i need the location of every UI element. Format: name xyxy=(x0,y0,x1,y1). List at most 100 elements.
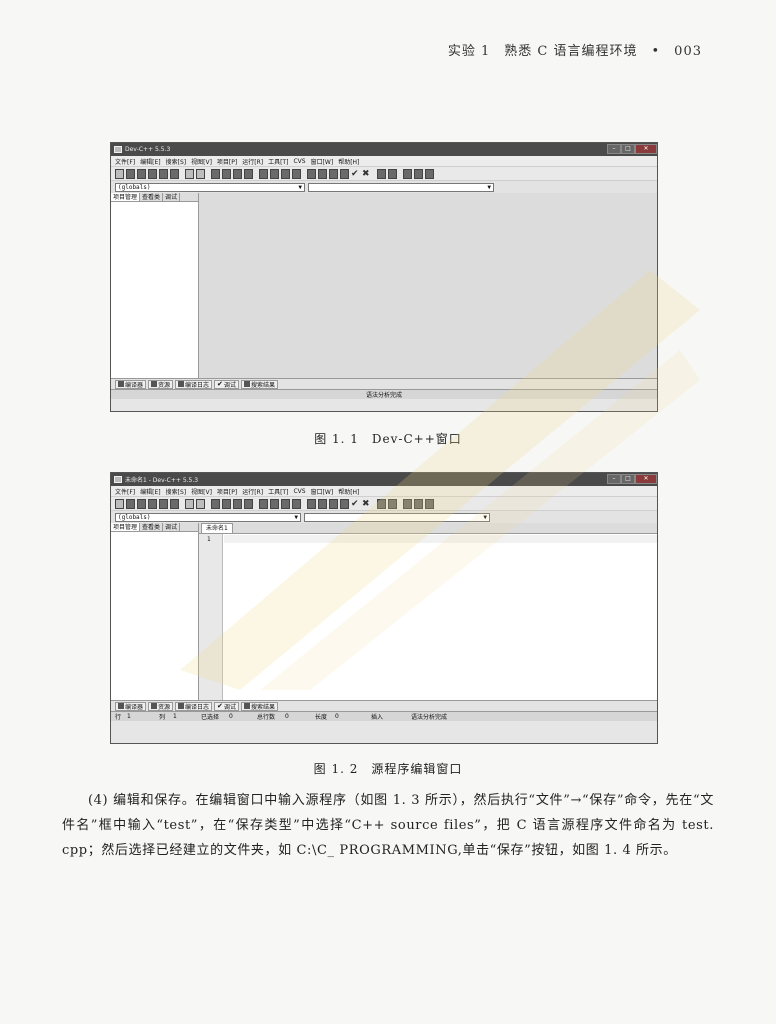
tab-compiler[interactable]: 编译器 xyxy=(115,701,147,711)
menu-view[interactable]: 视图[V] xyxy=(191,487,212,496)
save-icon[interactable] xyxy=(137,168,146,179)
menu-file[interactable]: 文件[F] xyxy=(115,487,135,496)
tab-project-manager[interactable]: 项目管理 xyxy=(111,193,141,201)
menu-cvs[interactable]: CVS xyxy=(293,158,305,165)
add-to-project-icon[interactable] xyxy=(414,168,423,179)
function-select[interactable]: ▼ xyxy=(308,182,494,192)
tab-untitled1[interactable]: 未命名1 xyxy=(201,523,233,533)
menu-view[interactable]: 视图[V] xyxy=(191,157,212,166)
close-button[interactable]: ✕ xyxy=(635,144,657,154)
menu-tools[interactable]: 工具[T] xyxy=(268,487,288,496)
bookmark-next-icon[interactable] xyxy=(270,498,279,509)
menu-window[interactable]: 窗口[W] xyxy=(311,157,334,166)
print-icon[interactable] xyxy=(170,168,179,179)
menu-tools[interactable]: 工具[T] xyxy=(268,157,288,166)
redo-icon[interactable] xyxy=(196,168,205,179)
new-file-icon[interactable] xyxy=(115,168,124,179)
scope-select[interactable]: (globals) ▼ xyxy=(115,182,305,192)
tab-search-results[interactable]: 搜索结果 xyxy=(240,379,278,389)
maximize-button[interactable]: □ xyxy=(621,474,635,484)
compile-run-icon[interactable] xyxy=(329,168,338,179)
goto-icon[interactable] xyxy=(233,168,242,179)
menu-cvs[interactable]: CVS xyxy=(293,488,305,495)
compile-icon[interactable] xyxy=(307,168,316,179)
tab-compile-log[interactable]: 编译日志 xyxy=(175,379,213,389)
stop-icon[interactable]: ✖ xyxy=(362,169,371,179)
remove-from-project-icon[interactable] xyxy=(425,498,434,509)
undo-icon[interactable] xyxy=(185,168,194,179)
menu-project[interactable]: 项目[P] xyxy=(217,487,237,496)
menu-search[interactable]: 搜索[S] xyxy=(166,487,187,496)
tab-resources[interactable]: 资源 xyxy=(148,701,174,711)
goto-icon[interactable] xyxy=(233,498,242,509)
tab-debug-output[interactable]: ✔ 调试 xyxy=(214,379,239,389)
bookmark-prev-icon[interactable] xyxy=(281,168,290,179)
tab-class-browser[interactable]: 查看类 xyxy=(140,523,164,531)
new-project-icon[interactable] xyxy=(403,168,412,179)
close-file-icon[interactable] xyxy=(159,498,168,509)
debug-icon[interactable] xyxy=(377,498,386,509)
profile-icon[interactable] xyxy=(388,498,397,509)
rebuild-icon[interactable] xyxy=(340,168,349,179)
menu-project[interactable]: 项目[P] xyxy=(217,157,237,166)
replace-icon[interactable] xyxy=(222,498,231,509)
menu-edit[interactable]: 编辑[E] xyxy=(140,487,160,496)
menu-run[interactable]: 运行[R] xyxy=(242,157,263,166)
new-file-icon[interactable] xyxy=(115,498,124,509)
redo-icon[interactable] xyxy=(196,498,205,509)
function-select[interactable]: ▼ xyxy=(304,512,490,522)
bookmark-icon[interactable] xyxy=(259,168,268,179)
bookmark-next-icon[interactable] xyxy=(270,168,279,179)
open-icon[interactable] xyxy=(126,498,135,509)
bookmark-prev-icon[interactable] xyxy=(281,498,290,509)
tab-debug[interactable]: 调试 xyxy=(163,523,181,531)
menu-run[interactable]: 运行[R] xyxy=(242,487,263,496)
tab-search-results[interactable]: 搜索结果 xyxy=(240,701,278,711)
tab-compiler[interactable]: 编译器 xyxy=(115,379,147,389)
menu-window[interactable]: 窗口[W] xyxy=(311,487,334,496)
toggle-icon[interactable] xyxy=(292,168,301,179)
find-icon[interactable] xyxy=(211,168,220,179)
new-project-icon[interactable] xyxy=(403,498,412,509)
profile-icon[interactable] xyxy=(388,168,397,179)
debug-icon[interactable] xyxy=(377,168,386,179)
tab-compile-log[interactable]: 编译日志 xyxy=(175,701,213,711)
toggle-icon[interactable] xyxy=(292,498,301,509)
add-to-project-icon[interactable] xyxy=(414,498,423,509)
menu-search[interactable]: 搜索[S] xyxy=(166,157,187,166)
save-icon[interactable] xyxy=(137,498,146,509)
maximize-button[interactable]: □ xyxy=(621,144,635,154)
menu-file[interactable]: 文件[F] xyxy=(115,157,135,166)
indent-icon[interactable] xyxy=(244,168,253,179)
tab-resources[interactable]: 资源 xyxy=(148,379,174,389)
syntax-check-icon[interactable]: ✔ xyxy=(351,499,360,509)
menu-help[interactable]: 帮助[H] xyxy=(338,487,359,496)
replace-icon[interactable] xyxy=(222,168,231,179)
compile-run-icon[interactable] xyxy=(329,498,338,509)
minimize-button[interactable]: – xyxy=(607,144,621,154)
minimize-button[interactable]: – xyxy=(607,474,621,484)
save-all-icon[interactable] xyxy=(148,498,157,509)
tab-debug-output[interactable]: ✔ 调试 xyxy=(214,701,239,711)
print-icon[interactable] xyxy=(170,498,179,509)
tab-class-browser[interactable]: 查看类 xyxy=(140,193,164,201)
indent-icon[interactable] xyxy=(244,498,253,509)
close-button[interactable]: ✕ xyxy=(635,474,657,484)
menu-help[interactable]: 帮助[H] xyxy=(338,157,359,166)
scope-select[interactable]: (globals) ▼ xyxy=(115,512,301,522)
menu-edit[interactable]: 编辑[E] xyxy=(140,157,160,166)
run-icon[interactable] xyxy=(318,168,327,179)
rebuild-icon[interactable] xyxy=(340,498,349,509)
bookmark-icon[interactable] xyxy=(259,498,268,509)
tab-debug[interactable]: 调试 xyxy=(163,193,181,201)
close-file-icon[interactable] xyxy=(159,168,168,179)
code-editor[interactable]: 1 xyxy=(199,533,657,700)
find-icon[interactable] xyxy=(211,498,220,509)
remove-from-project-icon[interactable] xyxy=(425,168,434,179)
save-all-icon[interactable] xyxy=(148,168,157,179)
stop-icon[interactable]: ✖ xyxy=(362,499,371,509)
run-icon[interactable] xyxy=(318,498,327,509)
syntax-check-icon[interactable]: ✔ xyxy=(351,169,360,179)
compile-icon[interactable] xyxy=(307,498,316,509)
tab-project-manager[interactable]: 项目管理 xyxy=(111,523,141,531)
